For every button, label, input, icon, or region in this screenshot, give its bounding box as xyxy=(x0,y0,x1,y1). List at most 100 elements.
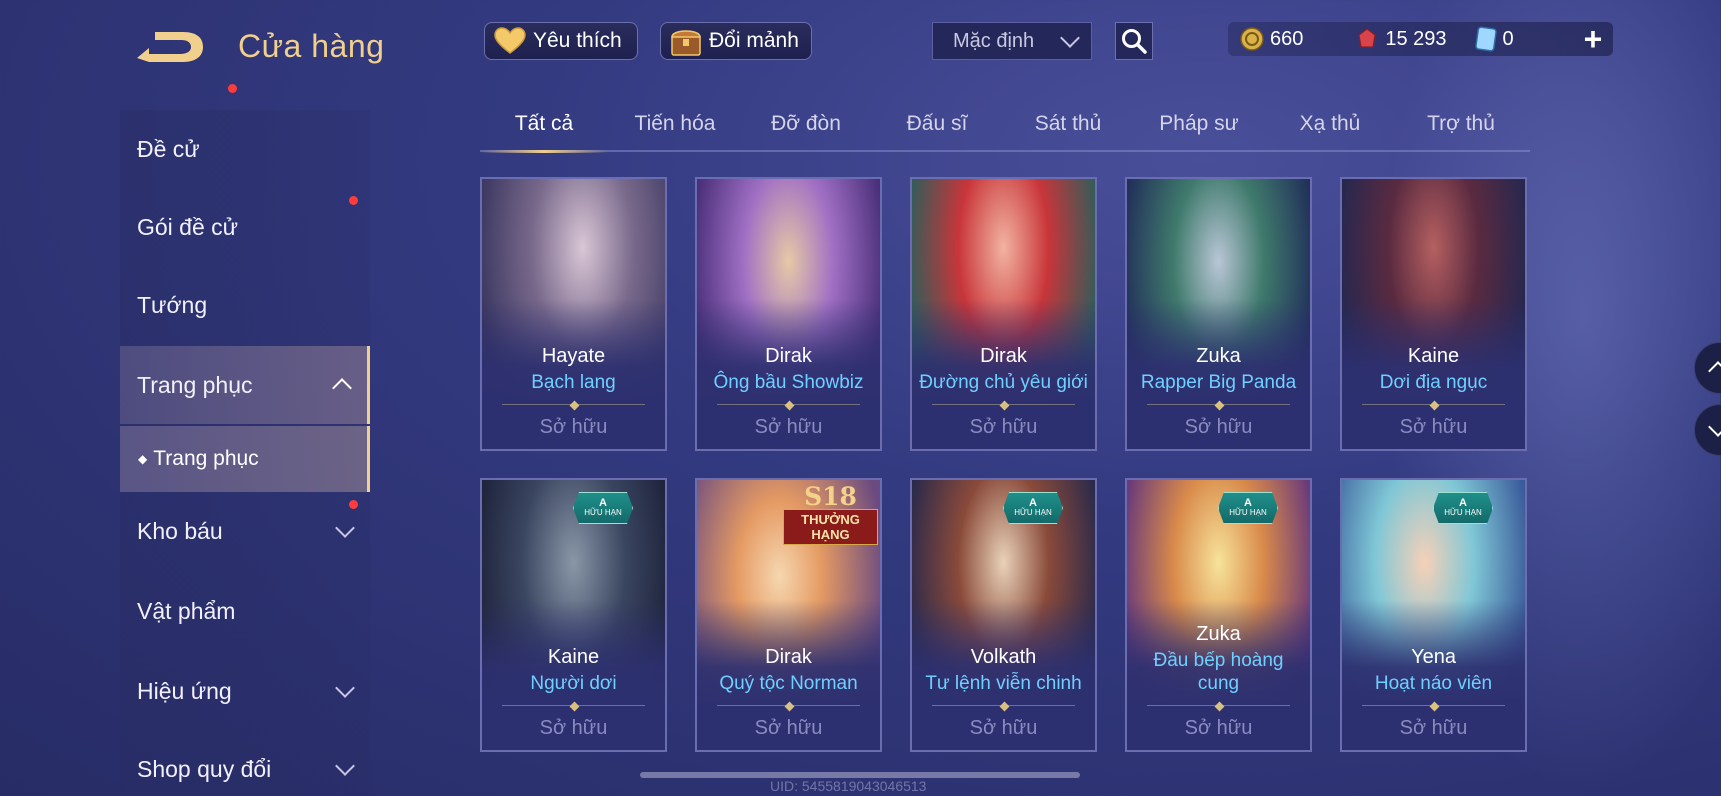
owned-status: Sở hữu xyxy=(754,416,823,438)
skin-name: Tư lệnh viễn chinh xyxy=(925,673,1082,695)
heart-icon xyxy=(494,27,526,54)
category-tabs: Tất cả Tiến hóa Đỡ đòn Đấu sĩ Sát thủ Ph… xyxy=(480,104,1530,153)
owned-status: Sở hữu xyxy=(1184,416,1253,438)
tab-tank[interactable]: Đỡ đòn xyxy=(742,112,870,136)
chevron-down-icon xyxy=(1708,417,1721,437)
sidebar-item-label: Đề cử xyxy=(137,135,200,162)
sidebar-item-label: Hiệu ứng xyxy=(137,677,232,704)
chevron-up-icon xyxy=(332,378,352,398)
gold-amount: 660 xyxy=(1270,27,1304,50)
skin-name: Hoạt náo viên xyxy=(1374,673,1493,695)
add-currency-button[interactable]: + xyxy=(1584,23,1603,55)
bullet-icon: ◆ xyxy=(138,452,148,466)
treasure-chest-icon xyxy=(671,30,701,56)
hero-name: Kaine xyxy=(547,646,600,669)
page-title: Cửa hàng xyxy=(238,28,385,64)
tab-marksman[interactable]: Xạ thủ xyxy=(1266,112,1394,136)
owned-status: Sở hữu xyxy=(1184,717,1253,739)
exchange-label: Đổi mảnh xyxy=(709,29,799,52)
favorites-button[interactable]: Yêu thích xyxy=(484,22,638,60)
tab-assassin[interactable]: Sát thủ xyxy=(1004,112,1132,136)
skin-name: Dơi địa ngục xyxy=(1379,372,1488,394)
hero-name: Zuka xyxy=(1196,623,1241,646)
hero-name: Dirak xyxy=(765,646,812,669)
currency-bar: 660 15 293 0 + xyxy=(1228,22,1613,56)
limited-badge: A HỮU HẠN xyxy=(1003,492,1063,524)
sidebar-item-skins[interactable]: Trang phục xyxy=(120,346,370,424)
skin-card[interactable]: A HỮU HẠN Yena Hoạt náo viên Sở hữu xyxy=(1340,478,1527,752)
skin-name: Quý tộc Norman xyxy=(719,673,858,695)
owned-status: Sở hữu xyxy=(539,717,608,739)
tab-evolution[interactable]: Tiến hóa xyxy=(611,112,739,136)
owned-status: Sở hữu xyxy=(539,416,608,438)
sidebar-item-treasure[interactable]: Kho báu xyxy=(120,492,370,570)
skin-card[interactable]: A HỮU HẠN Kaine Người dơi Sở hữu xyxy=(480,478,667,752)
back-button[interactable] xyxy=(130,22,210,72)
skin-card[interactable]: A HỮU HẠN Volkath Tư lệnh viễn chinh Sở h… xyxy=(910,478,1097,752)
sidebar-item-label: Tướng xyxy=(137,291,208,318)
sidebar-item-label: Kho báu xyxy=(137,517,223,544)
tab-support[interactable]: Trợ thủ xyxy=(1397,112,1525,136)
sidebar-subitem-label: Trang phục xyxy=(153,447,259,470)
sidebar-item-label: Vật phẩm xyxy=(137,597,236,624)
limited-badge: A HỮU HẠN xyxy=(1218,492,1278,524)
voucher-currency: 0 xyxy=(1474,26,1514,52)
owned-status: Sở hữu xyxy=(969,717,1038,739)
skin-card[interactable]: Kaine Dơi địa ngục Sở hữu xyxy=(1340,177,1527,451)
sidebar-item-effects[interactable]: Hiệu ứng xyxy=(120,652,370,730)
sidebar-item-items[interactable]: Vật phẩm xyxy=(120,572,370,650)
hero-name: Dirak xyxy=(765,345,812,368)
tab-mage[interactable]: Pháp sư xyxy=(1135,112,1263,136)
owned-status: Sở hữu xyxy=(1399,717,1468,739)
sidebar-item-recommended-packs[interactable]: Gói đề cử xyxy=(120,84,370,266)
sort-dropdown[interactable]: Mặc định xyxy=(932,22,1092,60)
ruby-currency: 15 293 xyxy=(1355,27,1447,51)
notification-dot xyxy=(349,196,358,205)
hero-name: Dirak xyxy=(980,345,1027,368)
owned-status: Sở hữu xyxy=(754,717,823,739)
chevron-down-icon xyxy=(335,678,355,698)
owned-status: Sở hữu xyxy=(969,416,1038,438)
favorites-label: Yêu thích xyxy=(533,29,622,52)
hero-name: Zuka xyxy=(1196,345,1241,368)
sidebar-subitem-skins[interactable]: ◆ Trang phục xyxy=(120,426,370,492)
scroll-down-button[interactable] xyxy=(1694,404,1721,456)
sidebar-item-heroes[interactable]: Tướng xyxy=(120,266,370,344)
sidebar-item-label: Trang phục xyxy=(137,371,253,398)
search-icon xyxy=(1122,29,1147,54)
owned-status: Sở hữu xyxy=(1399,416,1468,438)
chevron-down-icon xyxy=(1060,28,1080,48)
chevron-up-icon xyxy=(1708,361,1721,381)
voucher-amount: 0 xyxy=(1502,27,1514,50)
skin-card[interactable]: Dirak Ông bầu Showbiz Sở hữu xyxy=(695,177,882,451)
exchange-shards-button[interactable]: Đổi mảnh xyxy=(660,22,812,60)
chevron-down-icon xyxy=(335,756,355,776)
limited-badge: A HỮU HẠN xyxy=(1433,492,1493,524)
skin-card[interactable]: Zuka Rapper Big Panda Sở hữu xyxy=(1125,177,1312,451)
tab-all[interactable]: Tất cả xyxy=(480,112,608,153)
tab-fighter[interactable]: Đấu sĩ xyxy=(873,112,1001,136)
sidebar-item-label: Gói đề cử xyxy=(137,213,239,240)
chevron-down-icon xyxy=(335,518,355,538)
skin-name: Người dơi xyxy=(530,673,617,695)
skin-card[interactable]: Hayate Bạch lang Sở hữu xyxy=(480,177,667,451)
skin-name: Đường chủ yêu giới xyxy=(919,372,1088,394)
user-id: UID: 5455819043046513 xyxy=(770,778,927,794)
skin-card[interactable]: Dirak Đường chủ yêu giới Sở hữu xyxy=(910,177,1097,451)
skin-name: Rapper Big Panda xyxy=(1140,372,1297,394)
ruby-amount: 15 293 xyxy=(1385,27,1447,50)
scroll-up-button[interactable] xyxy=(1694,342,1721,394)
notification-dot xyxy=(349,500,358,509)
skin-name: Đầu bếp hoàng cung xyxy=(1153,650,1284,695)
skin-name: Ông bầu Showbiz xyxy=(713,372,864,394)
skin-card[interactable]: A HỮU HẠN Zuka Đầu bếp hoàng cung Sở hữu xyxy=(1125,478,1312,752)
sidebar-item-recommended[interactable]: Đề cử xyxy=(120,110,370,188)
sidebar: Đề cử Gói đề cử Tướng Trang phục ◆ Trang… xyxy=(120,84,370,796)
search-button[interactable] xyxy=(1115,22,1153,60)
hero-name: Hayate xyxy=(541,345,606,368)
season-badge: S18 THƯỞNG HẠNG xyxy=(783,484,878,545)
sidebar-item-exchange-shop[interactable]: Shop quy đổi xyxy=(120,730,370,796)
hero-name: Yena xyxy=(1411,646,1456,669)
skin-card[interactable]: S18 THƯỞNG HẠNG Dirak Quý tộc Norman Sở … xyxy=(695,478,882,752)
hero-name: Volkath xyxy=(970,646,1037,669)
